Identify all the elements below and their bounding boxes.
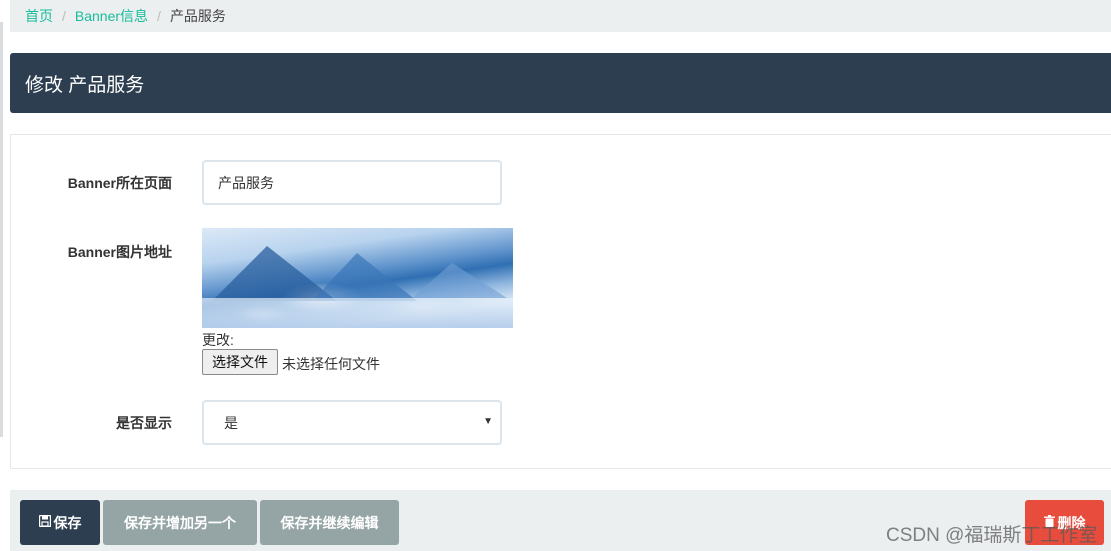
banner-image-preview — [202, 228, 513, 328]
breadcrumb-current: 产品服务 — [169, 8, 226, 24]
banner-page-label: Banner所在页面 — [67, 175, 172, 191]
page-header: 修改 产品服务 — [10, 53, 1111, 113]
floppy-disk-icon — [38, 514, 51, 530]
ice-shape — [202, 298, 513, 328]
breadcrumb: 首页 / Banner信息 / 产品服务 — [10, 0, 1111, 32]
page-title: 修改 产品服务 — [25, 74, 145, 96]
display-select[interactable]: 是 ▼ — [202, 400, 502, 445]
caret-down-icon: ▼ — [483, 416, 493, 427]
save-button[interactable]: 保存 — [20, 500, 100, 545]
banner-image-label: Banner图片地址 — [67, 244, 172, 260]
banner-page-input[interactable]: 产品服务 — [202, 160, 502, 205]
display-select-value: 是 — [224, 414, 238, 431]
breadcrumb-separator: / — [62, 8, 66, 24]
file-status-text: 未选择任何文件 — [282, 356, 380, 372]
mountain-shape — [412, 263, 507, 298]
breadcrumb-separator: / — [157, 8, 161, 24]
save-and-continue-button[interactable]: 保存并继续编辑 — [260, 500, 399, 545]
edit-form: Banner所在页面 产品服务 Banner图片地址 更改: 选择文件 未选择任… — [10, 134, 1111, 469]
choose-file-button[interactable]: 选择文件 — [202, 349, 278, 375]
breadcrumb-banner-link[interactable]: Banner信息 — [75, 6, 148, 26]
save-button-label: 保存 — [53, 514, 82, 531]
save-and-add-button[interactable]: 保存并增加另一个 — [103, 500, 257, 545]
breadcrumb-home-link[interactable]: 首页 — [25, 6, 53, 26]
csdn-watermark: CSDN @福瑞斯丁工作室 — [886, 525, 1098, 546]
display-label: 是否显示 — [116, 415, 172, 431]
mountain-shape — [312, 253, 417, 301]
change-label: 更改: — [202, 332, 234, 348]
banner-page-value: 产品服务 — [218, 174, 274, 191]
left-edge — [0, 22, 3, 437]
